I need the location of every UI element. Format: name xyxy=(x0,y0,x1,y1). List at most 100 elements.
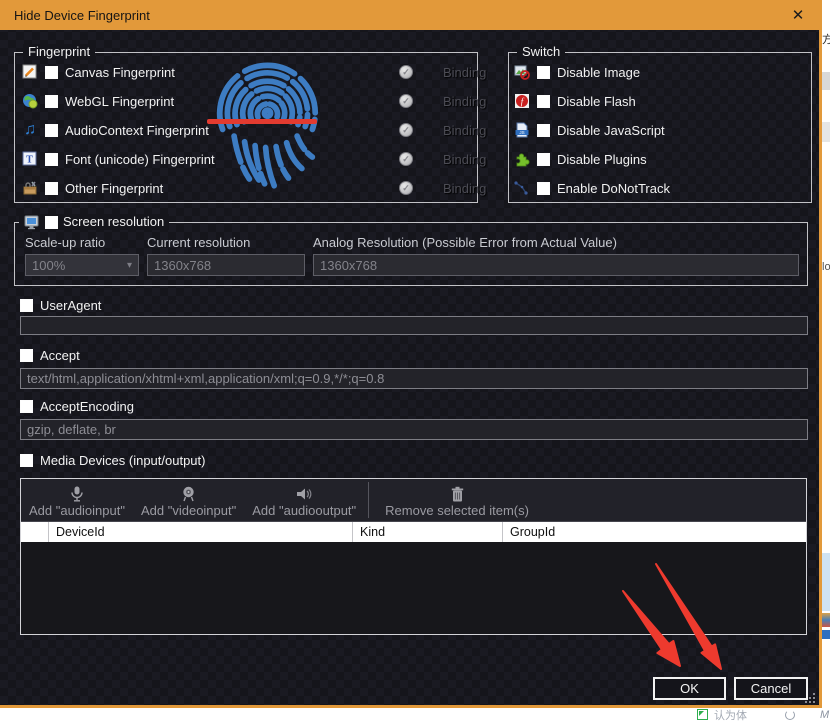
screen-resolution-checkbox[interactable] xyxy=(45,216,58,229)
row-selector-column xyxy=(21,522,49,542)
canvas-binding-check-icon[interactable]: ✓ xyxy=(399,65,413,79)
font-binding-label: Binding xyxy=(443,152,486,167)
canvas-fingerprint-checkbox[interactable] xyxy=(45,66,58,79)
scale-up-ratio-value: 100% xyxy=(32,258,65,273)
audiocontext-fingerprint-label: AudioContext Fingerprint xyxy=(65,123,209,138)
device-table-header: DeviceId Kind GroupId xyxy=(21,522,806,542)
add-audioinput-button[interactable]: Add "audioinput" xyxy=(21,479,133,521)
font-fingerprint-checkbox[interactable] xyxy=(45,153,58,166)
add-audiooutput-label: Add "audiooutput" xyxy=(252,503,356,518)
other-fingerprint-row: Other Fingerprint xyxy=(22,179,163,197)
close-icon[interactable]: ✕ xyxy=(789,6,807,24)
accept-encoding-checkbox[interactable] xyxy=(20,400,33,413)
cancel-button[interactable]: Cancel xyxy=(734,677,808,700)
screen-resolution-label: Screen resolution xyxy=(63,214,164,230)
accept-encoding-input[interactable] xyxy=(20,419,808,440)
screen-resolution-group: Screen resolution Scale-up ratio Current… xyxy=(14,222,808,286)
disable-javascript-label: Disable JavaScript xyxy=(557,123,665,138)
globe-icon xyxy=(22,93,38,109)
dialog-titlebar[interactable]: Hide Device Fingerprint ✕ xyxy=(0,0,819,30)
disable-plugins-row: Disable Plugins xyxy=(514,150,647,168)
speaker-icon xyxy=(295,486,313,503)
audiocontext-binding-check-icon[interactable]: ✓ xyxy=(399,123,413,137)
column-header-groupid[interactable]: GroupId xyxy=(503,522,806,542)
audiocontext-binding-label: Binding xyxy=(443,123,486,138)
media-devices-toolbar: Add "audioinput" Add "videoinput" Add "a… xyxy=(21,479,806,522)
webgl-binding-check-icon[interactable]: ✓ xyxy=(399,94,413,108)
screen-resolution-legend: Screen resolution xyxy=(19,214,169,230)
fingerprint-scanline xyxy=(207,119,317,124)
flag-icon xyxy=(697,708,708,721)
font-binding-check-icon[interactable]: ✓ xyxy=(399,152,413,166)
column-header-deviceid[interactable]: DeviceId xyxy=(49,522,353,542)
audiocontext-fingerprint-row: ♫ AudioContext Fingerprint xyxy=(22,121,209,139)
accept-input[interactable] xyxy=(20,368,808,389)
resize-grip[interactable] xyxy=(803,691,815,703)
accept-encoding-row: AcceptEncoding xyxy=(20,399,134,414)
disable-image-label: Disable Image xyxy=(557,65,640,80)
switch-group-legend: Switch xyxy=(517,44,565,60)
background-text-fragment: 认为体 xyxy=(714,708,747,721)
disable-plugins-checkbox[interactable] xyxy=(537,153,550,166)
current-resolution-value: 1360x768 xyxy=(154,258,211,273)
canvas-paint-icon xyxy=(22,64,38,80)
background-block xyxy=(822,122,830,142)
webgl-fingerprint-checkbox[interactable] xyxy=(45,95,58,108)
ok-button-label: OK xyxy=(680,681,699,696)
disable-image-checkbox[interactable] xyxy=(537,66,550,79)
no-image-icon xyxy=(514,64,530,80)
disable-javascript-checkbox[interactable] xyxy=(537,124,550,137)
background-text-fragment: lo xyxy=(822,261,830,273)
js-file-icon: JS xyxy=(514,122,530,138)
current-resolution-label: Current resolution xyxy=(147,235,250,250)
enable-donottrack-checkbox[interactable] xyxy=(537,182,550,195)
add-videoinput-button[interactable]: Add "videoinput" xyxy=(133,479,244,521)
background-block xyxy=(822,553,830,611)
audiocontext-fingerprint-checkbox[interactable] xyxy=(45,124,58,137)
accept-label: Accept xyxy=(40,348,80,363)
other-binding-check-icon[interactable]: ✓ xyxy=(399,181,413,195)
canvas-fingerprint-row: Canvas Fingerprint xyxy=(22,63,175,81)
hide-device-fingerprint-dialog: Hide Device Fingerprint ✕ Fingerprint Ca… xyxy=(0,0,822,708)
media-devices-panel: Add "audioinput" Add "videoinput" Add "a… xyxy=(20,478,807,635)
font-icon: T xyxy=(22,151,38,167)
disable-flash-checkbox[interactable] xyxy=(537,95,550,108)
media-devices-checkbox[interactable] xyxy=(20,454,33,467)
column-header-kind[interactable]: Kind xyxy=(353,522,503,542)
add-audioinput-label: Add "audioinput" xyxy=(29,503,125,518)
add-audiooutput-button[interactable]: Add "audiooutput" xyxy=(244,479,364,521)
media-devices-label: Media Devices (input/output) xyxy=(40,453,205,468)
dialog-title: Hide Device Fingerprint xyxy=(14,8,150,23)
disable-plugins-label: Disable Plugins xyxy=(557,152,647,167)
ok-button[interactable]: OK xyxy=(653,677,726,700)
canvas-fingerprint-label: Canvas Fingerprint xyxy=(65,65,175,80)
svg-text:T: T xyxy=(26,155,33,166)
background-window-right-sliver: 方 lo xyxy=(822,0,830,721)
useragent-checkbox[interactable] xyxy=(20,299,33,312)
background-block xyxy=(822,630,830,639)
other-fingerprint-checkbox[interactable] xyxy=(45,182,58,195)
disable-image-row: Disable Image xyxy=(514,63,640,81)
toolbar-separator xyxy=(368,482,369,518)
scale-up-ratio-label: Scale-up ratio xyxy=(25,235,105,250)
add-videoinput-label: Add "videoinput" xyxy=(141,503,236,518)
microphone-icon xyxy=(70,486,84,503)
scale-up-ratio-select[interactable]: 100% ▾ xyxy=(25,254,139,276)
other-binding-label: Binding xyxy=(443,181,486,196)
webcam-icon xyxy=(181,486,196,503)
useragent-input[interactable] xyxy=(20,316,808,335)
remove-selected-button[interactable]: Remove selected item(s) xyxy=(373,479,537,521)
background-block xyxy=(822,613,830,627)
accept-row: Accept xyxy=(20,348,80,363)
background-block xyxy=(822,72,830,90)
analog-resolution-field[interactable]: 1360x768 xyxy=(313,254,799,276)
accept-checkbox[interactable] xyxy=(20,349,33,362)
disable-flash-label: Disable Flash xyxy=(557,94,636,109)
current-resolution-field[interactable]: 1360x768 xyxy=(147,254,305,276)
media-devices-row: Media Devices (input/output) xyxy=(20,453,205,468)
fingerprint-graphic xyxy=(215,56,320,203)
analog-resolution-value: 1360x768 xyxy=(320,258,377,273)
flash-icon: f xyxy=(514,93,530,109)
font-fingerprint-label: Font (unicode) Fingerprint xyxy=(65,152,215,167)
device-table-body[interactable] xyxy=(21,542,806,634)
